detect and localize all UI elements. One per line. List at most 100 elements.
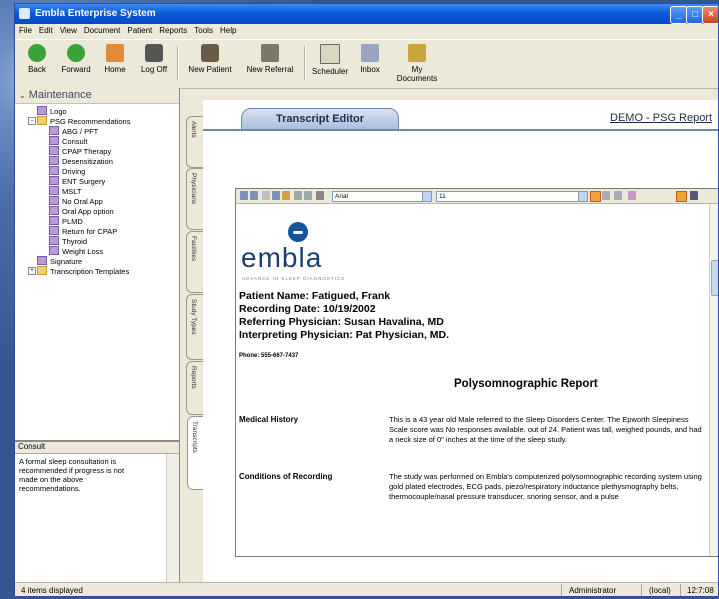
tree-item[interactable]: Consult [15,136,179,146]
editor-scrollbar[interactable] [709,204,718,556]
tree-item[interactable]: PLMD [15,216,179,226]
folder-icon [37,266,47,275]
section-text: The study was performed on Embla's compu… [389,472,702,501]
italic-button[interactable] [602,191,610,200]
tab-transcript-editor[interactable]: Transcript Editor [241,108,399,131]
tree-item[interactable]: No Oral App [15,196,179,206]
tree-item[interactable]: Driving [15,166,179,176]
expand-icon[interactable]: + [28,267,36,275]
tree-item-label: PLMD [62,217,83,226]
new-patient-button[interactable]: New Patient [185,44,235,74]
logoff-button[interactable]: Log Off [139,44,169,74]
sidebar-header: ⌄ Maintenance [15,88,179,104]
home-button[interactable]: Home [101,44,129,74]
vertical-tab-study-types[interactable]: Study Types [186,294,204,360]
toolbar-separator [177,46,179,80]
document-icon [49,146,59,155]
consult-panel: Consult A formal sleep consultation is r… [15,440,179,584]
tree-item[interactable]: Logo [15,106,179,116]
logo-tagline: ADVANCE IN SLEEP DIAGNOSTICS [242,276,346,281]
chevron-down-icon: ⌄ [19,91,26,100]
font-dropdown-arrow[interactable] [422,191,432,202]
font-family-select[interactable]: Arial [332,191,428,202]
referring-physician: Referring Physician: Susan Havalina, MD [239,316,444,328]
tree-item-label: ENT Surgery [62,177,106,186]
find-icon[interactable] [316,191,324,200]
new-referral-button[interactable]: New Referral [243,44,297,74]
paste-icon[interactable] [282,191,290,200]
tree-item-label: Driving [62,167,86,176]
list-button[interactable] [690,191,698,200]
section-label: Conditions of Recording [239,472,333,481]
tree-item[interactable]: Return for CPAP [15,226,179,236]
tree-item[interactable]: MSLT [15,186,179,196]
tree-item[interactable]: Desensitization [15,156,179,166]
menu-bar: File Edit View Document Patient Reports Tools H… [15,24,718,39]
bold-button[interactable] [590,191,601,202]
consult-text[interactable]: A formal sleep consultation is recommend… [15,454,133,496]
underline-button[interactable] [614,191,622,200]
title-bar[interactable]: Embla Enterprise System _ □ × [15,4,718,24]
align-button[interactable] [676,191,687,202]
tree-item[interactable]: Weight Loss [15,246,179,256]
tree-item[interactable]: Signature [15,256,179,266]
tree-item[interactable]: − PSG Recommendations [15,116,179,126]
tree-item-label: MSLT [62,187,82,196]
menu-reports[interactable]: Reports [155,24,190,35]
status-server: (local) [649,586,671,595]
vertical-tab-physicians[interactable]: Physicians [186,168,204,230]
undo-icon[interactable] [294,191,302,200]
print-icon[interactable] [250,191,258,200]
document-title: DEMO - PSG Report [610,112,713,124]
patient-info: Patient Name: Fatigued, Frank Recording … [239,290,449,342]
redo-icon[interactable] [304,191,312,200]
embla-logo-icon [288,222,308,242]
my-documents-button[interactable]: My Documents [391,44,443,83]
document-icon [49,126,59,135]
tree-item-label: PSG Recommendations [50,117,131,126]
consult-title: Consult [15,442,179,454]
scrollbar-thumb[interactable] [711,260,718,296]
collapse-icon[interactable]: − [28,117,36,125]
close-button[interactable]: × [702,6,718,24]
back-arrow-icon [28,44,46,62]
save-icon[interactable] [240,191,248,200]
inbox-button[interactable]: Inbox [357,44,383,74]
back-button[interactable]: Back [25,44,49,74]
sidebar: ⌄ Maintenance Logo − PSG Recommendations AB… [15,88,180,584]
size-dropdown-arrow[interactable] [578,191,588,202]
vertical-tab-label: Transcripts [191,421,198,453]
editor-toolbar: Arial 11 [236,189,718,204]
tree-item-label: Thyroid [62,237,88,246]
tree-item[interactable]: CPAP Therapy [15,146,179,156]
menu-patient[interactable]: Patient [123,24,155,35]
forward-button[interactable]: Forward [61,44,91,74]
cut-icon[interactable] [262,191,270,200]
menu-help[interactable]: Help [216,24,239,35]
copy-icon[interactable] [272,191,280,200]
tree-item[interactable]: + Transcription Templates [15,266,179,276]
vertical-tab-label: Study Types [190,299,197,335]
color-picker-icon[interactable] [628,191,636,200]
vertical-tab-facilities[interactable]: Facilities [186,231,204,293]
menu-tools[interactable]: Tools [190,24,216,35]
font-size-select[interactable]: 11 [436,191,580,202]
menu-edit[interactable]: Edit [35,24,56,35]
vertical-tab-reports[interactable]: Reports [186,361,204,415]
document-icon [37,256,47,265]
tree-item[interactable]: Thyroid [15,236,179,246]
menu-document[interactable]: Document [80,24,123,35]
section-label: Medical History [239,415,299,424]
menu-view[interactable]: View [56,24,80,35]
scheduler-button[interactable]: Scheduler [311,44,349,76]
tree-item[interactable]: Oral App option [15,206,179,216]
vertical-tab-alerts[interactable]: Alerts [186,116,204,168]
app-icon [19,8,30,19]
vertical-tab-label: Facilities [190,236,197,262]
consult-scrollbar[interactable] [166,454,179,584]
menu-file[interactable]: File [15,24,35,35]
tree-item[interactable]: ENT Surgery [15,176,179,186]
tree-item[interactable]: ABG / PFT [15,126,179,136]
document-body[interactable]: embla ADVANCE IN SLEEP DIAGNOSTICS Patie… [236,204,709,556]
status-separator [680,584,681,596]
